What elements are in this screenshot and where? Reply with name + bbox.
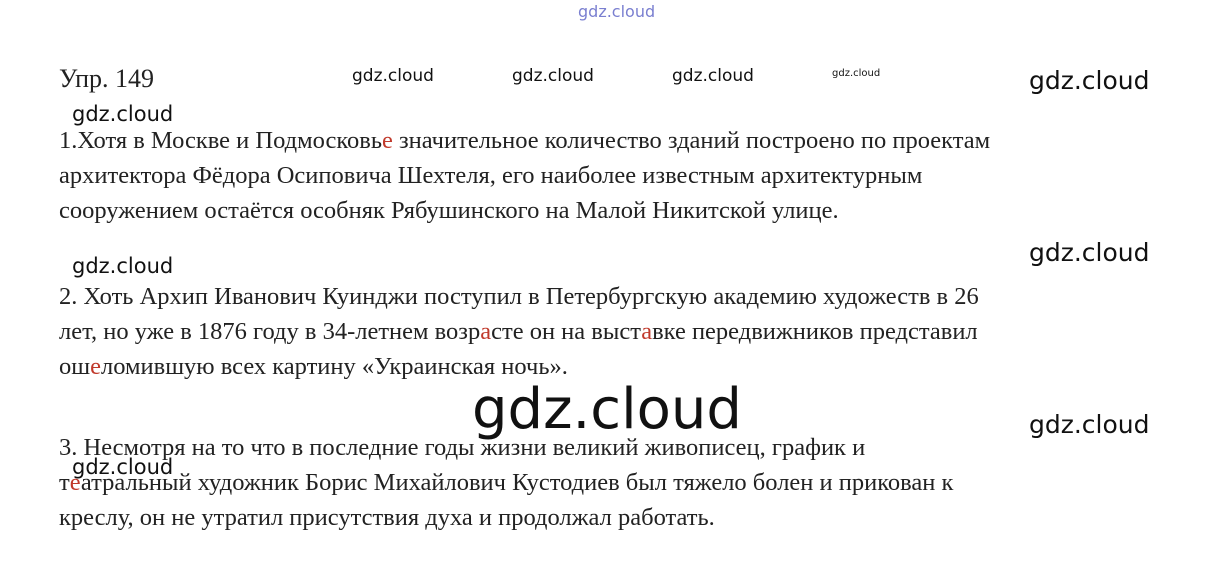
line: архитектора Фёдора Осиповича Шехтеля, ег…: [59, 162, 923, 189]
exercise-title: Упр. 149: [59, 64, 155, 93]
line: креслу, он не утратил присутствия духа и…: [59, 504, 715, 531]
watermark: gdz.cloud: [1029, 238, 1150, 267]
watermark: gdz.cloud: [72, 254, 174, 278]
paragraph-1: 1.Хотя в Москве и Подмосковье значительн…: [59, 123, 990, 228]
watermark: gdz.cloud: [1029, 66, 1150, 95]
watermark-top: gdz.cloud: [578, 2, 656, 21]
watermark: gdz.cloud: [832, 68, 881, 79]
highlight-letter: е: [382, 127, 393, 154]
highlight-letter: е: [69, 469, 81, 496]
watermark: gdz.cloud: [672, 66, 754, 86]
watermark-large: gdz.cloud: [472, 377, 742, 442]
line: театральный художник Борис Михайлович Ку…: [59, 469, 954, 496]
line: лет, но уже в 1876 году в 34-летнем возр…: [59, 318, 978, 345]
watermark: gdz.cloud: [1029, 410, 1150, 439]
line: 2. Хоть Архип Иванович Куинджи поступил …: [59, 283, 979, 310]
line: сооружением остаётся особняк Рябушинског…: [59, 197, 839, 224]
watermark: gdz.cloud: [512, 66, 594, 86]
paragraph-3: 3. Несмотря на то что в последние годы ж…: [59, 430, 953, 535]
watermark: gdz.cloud: [352, 66, 434, 86]
highlight-letter: а: [480, 318, 492, 345]
line: 1.Хотя в Москве и Подмосковье значительн…: [59, 127, 991, 154]
highlight-letter: е: [90, 353, 101, 380]
paragraph-2: 2. Хоть Архип Иванович Куинджи поступил …: [59, 279, 979, 384]
highlight-letter: а: [641, 318, 653, 345]
